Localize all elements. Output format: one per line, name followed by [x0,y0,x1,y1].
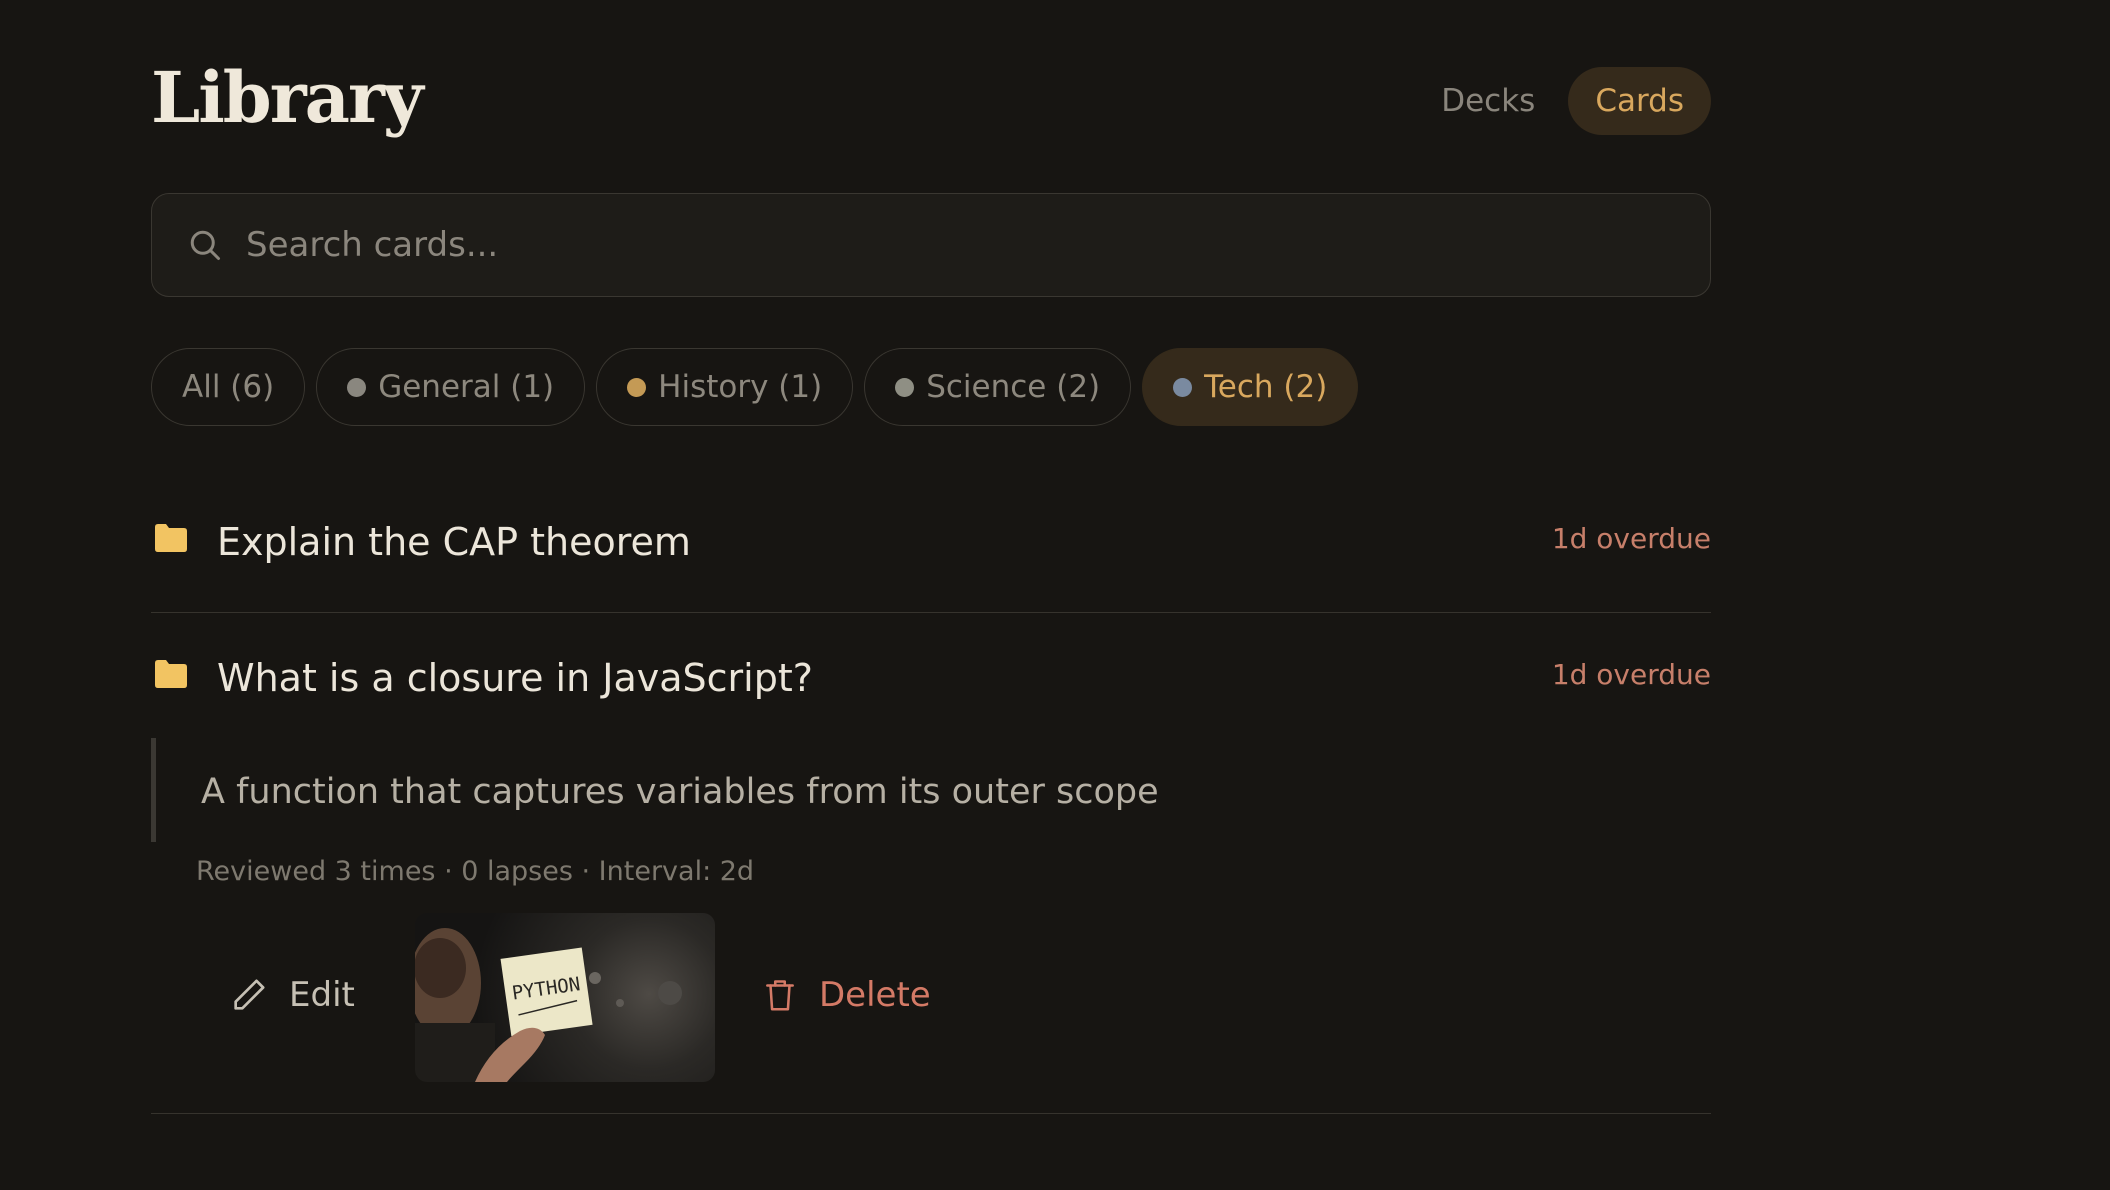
folder-icon [155,524,187,552]
search-bar [151,193,1711,297]
card-item[interactable]: Explain the CAP theorem 1d overdue [151,514,1711,584]
filter-label: Science (2) [926,369,1101,405]
card-question: Explain the CAP theorem [217,520,691,564]
filter-general[interactable]: General (1) [316,348,586,426]
folder-icon [155,660,187,688]
card-answer: A function that captures variables from … [151,738,1356,842]
filter-label: Tech (2) [1204,369,1328,405]
page-title: Library [151,56,424,139]
search-input[interactable] [244,224,1710,266]
filter-science[interactable]: Science (2) [864,348,1132,426]
filter-history[interactable]: History (1) [596,348,854,426]
divider [151,1113,1711,1114]
due-status: 1d overdue [1551,658,1711,691]
card-item-expanded[interactable]: What is a closure in JavaScript? 1d over… [151,650,1711,720]
answer-text: A function that captures variables from … [201,772,1159,812]
header: Library Decks Cards [151,0,1711,200]
python-sticky-note-image: PYTHON [415,928,682,1082]
card-header: Explain the CAP theorem 1d overdue [151,514,1711,584]
view-toggle: Decks Cards [1414,67,1711,135]
category-dot-icon [627,377,647,397]
card-image[interactable]: PYTHON [415,913,715,1082]
tab-decks[interactable]: Decks [1414,67,1562,135]
tab-cards[interactable]: Cards [1568,67,1711,135]
card-question: What is a closure in JavaScript? [217,656,813,700]
review-stats: Reviewed 3 times · 0 lapses · Interval: … [196,856,755,887]
delete-label: Delete [819,975,931,1015]
category-dot-icon [1173,377,1193,397]
category-filters: All (6) General (1) History (1) Science … [151,348,1359,426]
library-page: Library Decks Cards All (6) General (1) … [151,0,1711,1114]
edit-button[interactable]: Edit [229,975,355,1015]
card-header: What is a closure in JavaScript? 1d over… [151,650,1711,720]
edit-label: Edit [289,975,355,1015]
filter-all[interactable]: All (6) [151,348,306,426]
delete-button[interactable]: Delete [761,975,931,1015]
category-dot-icon [347,377,367,397]
category-dot-icon [895,377,915,397]
filter-label: History (1) [658,369,823,405]
filter-tech[interactable]: Tech (2) [1142,348,1359,426]
filter-label: All (6) [182,369,275,405]
pencil-icon [234,979,265,1010]
divider [151,612,1711,613]
card-actions: Edit PYTHON Delete [151,913,1351,1083]
filter-label: General (1) [378,369,555,405]
search-icon [190,230,220,260]
due-status: 1d overdue [1551,522,1711,555]
trash-icon [766,980,794,1011]
